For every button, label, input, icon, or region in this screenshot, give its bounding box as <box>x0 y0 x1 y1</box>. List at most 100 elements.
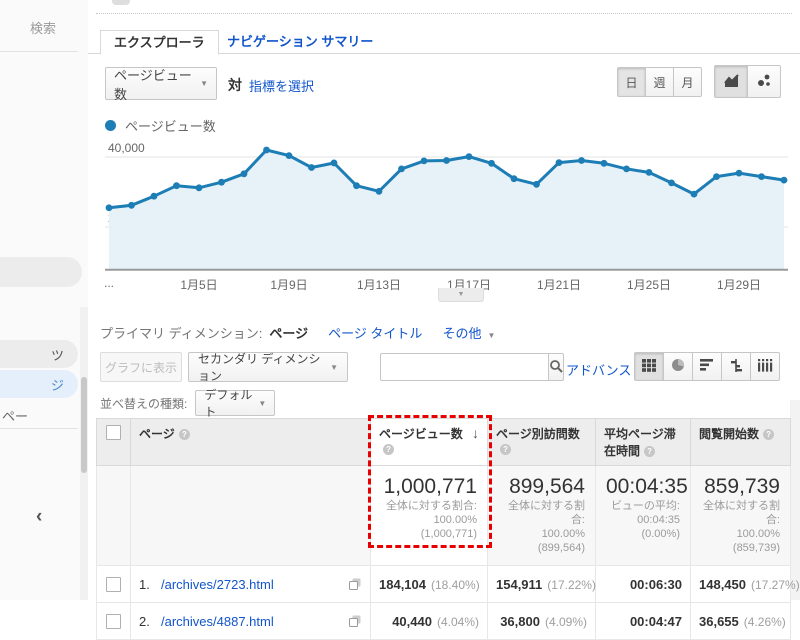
table-search-input[interactable] <box>380 353 548 381</box>
select-all-checkbox[interactable] <box>106 425 121 440</box>
granularity-month-button[interactable]: 月 <box>673 67 702 97</box>
scrollbar[interactable] <box>80 307 88 600</box>
row-avg-time: 00:04:47 <box>596 603 691 640</box>
help-icon[interactable]: ? <box>500 444 511 455</box>
sort-desc-icon: ↓ <box>472 425 479 441</box>
search-button[interactable] <box>548 353 564 381</box>
granularity-week-button[interactable]: 週 <box>645 67 674 97</box>
primary-dimension-other-link[interactable]: その他 ▼ <box>442 323 495 342</box>
collapse-sidebar-button[interactable]: ‹ <box>36 506 42 528</box>
comparison-view-button[interactable] <box>721 352 751 381</box>
table-grid-icon <box>642 359 656 375</box>
sort-type-label: 並べ替えの種類: <box>100 395 187 412</box>
trend-chart-svg[interactable]: 40,00020,000 <box>105 139 788 271</box>
sidebar-item-label: ツ <box>51 345 64 364</box>
help-icon[interactable]: ? <box>179 429 190 440</box>
primary-dimension-page[interactable]: ページ <box>269 323 308 342</box>
x-tick-label: 1月21日 <box>537 276 581 293</box>
scrollbar-thumb[interactable] <box>81 377 87 473</box>
summary-subtext: 100.00% (899,564) <box>498 527 585 555</box>
plot-rows-button[interactable]: グラフに表示 <box>100 352 182 382</box>
page-link[interactable]: /archives/2723.html <box>161 577 344 592</box>
summary-pageviews: 1,000,771 全体に対する割合: 100.00% (1,000,771) <box>371 466 488 566</box>
summary-value: 899,564 <box>498 474 585 499</box>
help-icon[interactable]: ? <box>383 444 394 455</box>
row-avg-time: 00:06:30 <box>596 566 691 603</box>
tab-navigation-summary[interactable]: ナビゲーション サマリー <box>214 30 386 53</box>
row-rank: 2. <box>139 614 161 629</box>
summary-empty-cell <box>131 466 371 566</box>
help-icon[interactable]: ? <box>763 429 774 440</box>
table-view-button[interactable] <box>634 352 664 381</box>
header-page[interactable]: ページ? <box>131 419 371 466</box>
metric-value: 36,655 <box>699 614 739 629</box>
summary-value: 1,000,771 <box>381 474 477 499</box>
primary-dimension-page-title-link[interactable]: ページ タイトル <box>328 323 422 342</box>
metric-dropdown[interactable]: ページビュー数 ▼ <box>105 67 217 100</box>
x-tick-label: 1月13日 <box>357 276 401 293</box>
open-page-icon[interactable] <box>348 614 362 628</box>
sort-row: 並べ替えの種類: デフォルト ▼ <box>100 390 275 416</box>
sidebar-item-section[interactable] <box>0 257 82 287</box>
header-unique-pageviews[interactable]: ページ別訪問数? <box>488 419 596 466</box>
chart-type-group <box>715 65 781 98</box>
advanced-filter-link[interactable]: アドバンス <box>566 360 631 379</box>
metric-value: 36,800 <box>500 614 540 629</box>
granularity-group: 日 週 月 <box>617 67 702 97</box>
performance-view-button[interactable] <box>692 352 722 381</box>
row-entrances: 148,450(17.27%) <box>691 566 791 603</box>
header-entrances[interactable]: 閲覧開始数? <box>691 419 791 466</box>
vs-label: 対 <box>228 75 242 95</box>
open-page-icon[interactable] <box>348 577 362 591</box>
percentage-view-button[interactable] <box>663 352 693 381</box>
metric-value: 154,911 <box>496 577 542 592</box>
series-color-dot <box>105 120 116 131</box>
sidebar-item-label: ジ <box>51 375 64 394</box>
chart-legend: ページビュー数 <box>105 116 216 135</box>
metric-pct: (4.09%) <box>545 615 587 629</box>
summary-empty-cell <box>97 466 131 566</box>
summary-subtext: 全体に対する割合: <box>498 499 585 527</box>
row-page-cell: 1. /archives/2723.html <box>131 566 371 603</box>
panel-handle[interactable] <box>112 0 130 5</box>
sidebar-item-all-pages[interactable]: ジ <box>0 370 78 398</box>
table-row: 1. /archives/2723.html 184,104(18.40%) 1… <box>97 566 791 603</box>
select-metric-link[interactable]: 指標を選択 <box>249 76 314 95</box>
other-link-label: その他 <box>442 326 481 341</box>
header-label: 平均ページ滞在時間 <box>604 427 676 458</box>
summary-subtext: 00:04:35 <box>606 513 680 527</box>
chart-collapse-tab[interactable]: ▼ <box>438 288 484 302</box>
secondary-dimension-dropdown[interactable]: セカンダリ ディメンション ▼ <box>188 352 348 382</box>
summary-value: 00:04:35 <box>606 474 680 499</box>
caret-down-icon: ▼ <box>487 331 495 340</box>
motion-chart-view-button[interactable] <box>747 65 781 98</box>
sidebar-item-landing-pages[interactable]: ペー <box>2 406 28 425</box>
summary-subtext: (1,000,771) <box>381 527 477 541</box>
metric-value: 148,450 <box>699 577 746 592</box>
sidebar-search-label[interactable]: 検索 <box>30 18 56 37</box>
primary-dimension-row: プライマリ ディメンション: ページ ページ タイトル その他 ▼ <box>100 323 495 342</box>
sidebar-item-site-content[interactable]: ツ <box>0 340 78 368</box>
granularity-day-button[interactable]: 日 <box>617 67 646 97</box>
row-checkbox[interactable] <box>106 614 121 629</box>
header-pageviews[interactable]: ページビュー数↓ ? <box>371 419 488 466</box>
row-checkbox[interactable] <box>106 577 121 592</box>
pie-chart-icon <box>671 358 685 375</box>
row-check-cell <box>97 603 131 640</box>
line-chart-icon <box>723 73 740 91</box>
sort-type-dropdown[interactable]: デフォルト ▼ <box>195 390 275 416</box>
collapsed-panel-edge <box>96 13 792 14</box>
pivot-view-button[interactable] <box>750 352 780 381</box>
help-icon[interactable]: ? <box>644 446 655 457</box>
summary-avg-time: 00:04:35 ビューの平均: 00:04:35 (0.00%) <box>596 466 691 566</box>
view-toggle-group <box>635 352 780 381</box>
page-link[interactable]: /archives/4887.html <box>161 614 344 629</box>
primary-dimension-label: プライマリ ディメンション: <box>100 323 262 342</box>
header-avg-time[interactable]: 平均ページ滞在時間? <box>596 419 691 466</box>
summary-value: 859,739 <box>701 474 780 499</box>
tab-explorer[interactable]: エクスプローラ <box>100 30 219 55</box>
metric-value: 00:04:47 <box>630 614 682 629</box>
row-rank: 1. <box>139 577 161 592</box>
line-chart-view-button[interactable] <box>714 65 748 98</box>
row-pageviews: 40,440(4.04%) <box>371 603 488 640</box>
